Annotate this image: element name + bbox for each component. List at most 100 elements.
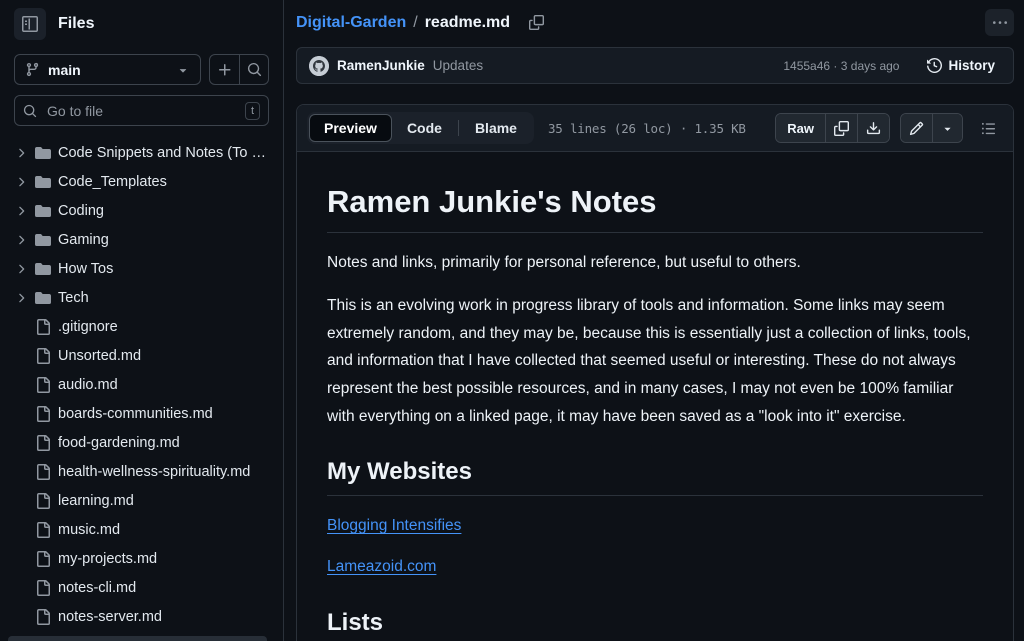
commit-author-link[interactable]: RamenJunkie [337,58,425,73]
history-button[interactable]: History [921,57,1001,74]
raw-button-group: Raw [775,113,890,143]
breadcrumb-repo-link[interactable]: Digital-Garden [296,14,406,32]
history-label: History [948,58,995,73]
search-tree-button[interactable] [239,55,268,84]
commit-meta-separator: · [833,59,837,73]
file-actions: Raw [775,113,1003,143]
commit-hash[interactable]: 1455a46 [783,59,830,73]
tab-preview[interactable]: Preview [309,114,392,142]
view-mode-tabs: Preview Code Blame [307,112,534,144]
git-branch-icon [25,62,40,77]
pencil-icon [909,121,924,136]
chevron-right-icon [14,146,28,160]
sidebar-item-folder[interactable]: How Tos [8,254,275,283]
sidebar-item-file[interactable]: food-gardening.md [8,428,275,457]
avatar-image [309,56,329,76]
sidebar-item-file[interactable]: audio.md [8,370,275,399]
breadcrumb-separator: / [413,14,417,32]
file-label: Unsorted.md [58,348,141,364]
files-sidebar: Files main t Code Snippets and Notes (To… [0,0,284,641]
website-link[interactable]: Blogging Intensifies [327,517,461,534]
folder-icon [35,232,51,248]
commit-hash-and-time: 1455a46 · 3 days ago [783,59,899,73]
tab-code[interactable]: Code [392,114,457,142]
sidebar-item-file[interactable]: notes-server.md [8,602,275,631]
file-label: audio.md [58,377,118,393]
sidebar-item-folder[interactable]: Coding [8,196,275,225]
avatar[interactable] [309,56,329,76]
sidebar-item-file[interactable]: music.md [8,515,275,544]
section-heading-lists: Lists [327,607,983,641]
tab-blame[interactable]: Blame [460,114,532,142]
chevron-down-icon [941,122,954,135]
sidebar-item-file[interactable]: .gitignore [8,312,275,341]
edit-file-button[interactable] [901,114,932,142]
plus-icon [217,62,233,78]
copy-raw-button[interactable] [825,114,857,142]
raw-button[interactable]: Raw [776,114,825,142]
latest-commit-bar: RamenJunkie Updates 1455a46 · 3 days ago… [296,47,1014,84]
chevron-right-icon [14,291,28,305]
sidebar-panel-icon [22,16,38,32]
file-size-meta: 35 lines (26 loc) · 1.35 KB [548,121,746,136]
markdown-preview: Ramen Junkie's Notes Notes and links, pr… [297,152,1013,641]
outline-button[interactable] [973,114,1003,142]
sidebar-controls: main [0,52,283,95]
file-icon [35,522,51,538]
file-label: music.md [58,522,120,538]
copy-path-button[interactable] [523,10,549,36]
search-icon [247,62,262,77]
sidebar-item-file[interactable]: my-projects.md [8,544,275,573]
outline-icon [981,121,996,136]
download-button[interactable] [857,114,889,142]
sidebar-item-folder[interactable]: Gaming [8,225,275,254]
file-view-main: Digital-Garden / readme.md RamenJunkie U… [284,0,1024,641]
folder-icon [35,261,51,277]
sidebar-item-file[interactable]: notes-cli.md [8,573,275,602]
sidebar-item-folder[interactable]: Code Snippets and Notes (To Be Sorted) [8,138,275,167]
file-icon [35,435,51,451]
file-icon [35,551,51,567]
sidebar-item-file[interactable]: learning.md [8,486,275,515]
file-label: notes-server.md [58,609,162,625]
website-link[interactable]: Lameazoid.com [327,558,436,575]
chevron-right-icon [14,233,28,247]
file-topbar: Digital-Garden / readme.md [284,0,1024,45]
folder-label: Code_Templates [58,174,167,190]
file-icon [35,348,51,364]
file-icon [35,493,51,509]
add-file-button[interactable] [210,55,239,84]
file-toolbar: Preview Code Blame 35 lines (26 loc) · 1… [297,105,1013,152]
go-to-file-input[interactable] [45,102,237,120]
sidebar-scrollbar[interactable] [8,636,267,641]
sidebar-item-folder[interactable]: Code_Templates [8,167,275,196]
kebab-icon [993,16,1007,30]
file-label: .gitignore [58,319,118,335]
commit-message-link[interactable]: Updates [433,58,483,73]
history-icon [927,58,942,73]
folder-label: Coding [58,203,104,219]
section-heading-websites: My Websites [327,456,983,496]
edit-dropdown-button[interactable] [932,114,962,142]
file-label: boards-communities.md [58,406,213,422]
folder-icon [35,290,51,306]
chevron-right-icon [14,175,28,189]
download-icon [866,121,881,136]
sidebar-item-folder[interactable]: Tech [8,283,275,312]
file-icon [35,464,51,480]
readme-paragraph: This is an evolving work in progress lib… [327,292,983,430]
sidebar-item-file[interactable]: boards-communities.md [8,399,275,428]
tree-actions-group [209,54,269,85]
sidebar-item-file[interactable]: Unsorted.md [8,341,275,370]
branch-selector[interactable]: main [14,54,201,85]
folder-icon [35,145,51,161]
file-label: health-wellness-spirituality.md [58,464,250,480]
chevron-down-icon [176,63,190,77]
sidebar-item-file[interactable]: health-wellness-spirituality.md [8,457,275,486]
sidebar-title: Files [58,15,94,33]
collapse-sidebar-button[interactable] [14,8,46,40]
more-options-button[interactable] [985,9,1014,36]
file-icon [35,319,51,335]
tab-divider [458,120,459,136]
sidebar-header: Files [0,0,283,52]
